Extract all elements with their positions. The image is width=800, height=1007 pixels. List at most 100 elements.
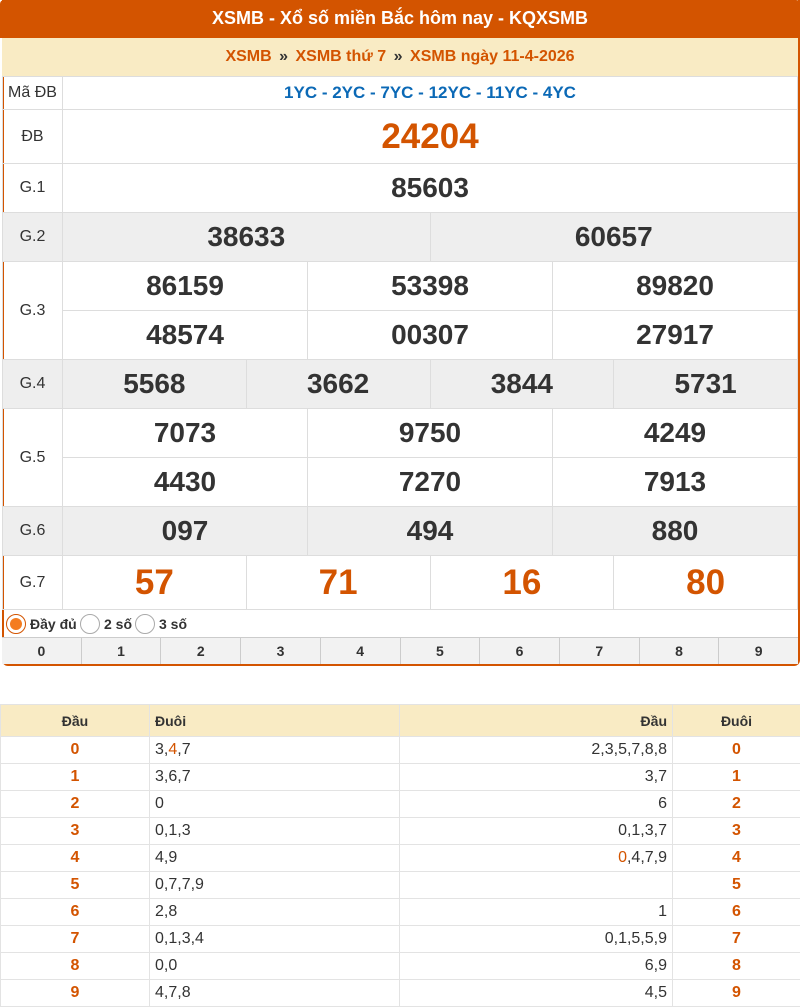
table-row: 3 0,1,3 0,1,3,7 3 (1, 818, 800, 845)
page-title: XSMB - Xổ số miền Bắc hôm nay - KQXSMB (0, 0, 800, 38)
g2-number: 60657 (430, 213, 798, 262)
digit-filter-2[interactable]: 2 (161, 638, 241, 664)
duoi-text: 4,9 (155, 849, 177, 866)
dau-cell: 4 (1, 845, 150, 872)
option-3-digits[interactable]: 3 số (135, 614, 187, 634)
duoi-cell: 3,4,7 (150, 737, 400, 764)
digit-filter-3[interactable]: 3 (241, 638, 321, 664)
ma-db-value: 1YC - 2YC - 7YC - 12YC - 11YC - 4YC (63, 77, 798, 110)
duoi-cell: 9 (673, 980, 800, 1007)
duoi-cell: 0,0 (150, 953, 400, 980)
dau-text: 3,7 (645, 768, 667, 785)
breadcrumb-xsmb-thu-7[interactable]: XSMB thứ 7 (296, 48, 387, 65)
g5-number: 7270 (308, 458, 553, 507)
duoi-text: ,7 (177, 741, 190, 758)
display-options: Đầy đủ 2 số 3 số (2, 610, 798, 638)
duoi-text: 0,1,3,4 (155, 930, 204, 947)
g7-number: 71 (246, 556, 430, 610)
loto-header-dau: Đầu (400, 705, 673, 737)
digit-filter-0[interactable]: 0 (2, 638, 82, 664)
duoi-text: 3,6,7 (155, 768, 191, 785)
duoi-cell: 8 (673, 953, 800, 980)
radio-icon[interactable] (80, 614, 100, 634)
g7-number: 80 (614, 556, 798, 610)
g3-number: 00307 (308, 311, 553, 360)
breadcrumb-xsmb-date[interactable]: XSMB ngày 11-4-2026 (410, 48, 575, 65)
dau-text: ,4,7,9 (627, 849, 667, 866)
digit-filter-1[interactable]: 1 (82, 638, 162, 664)
dau-cell: 5 (1, 872, 150, 899)
option-full[interactable]: Đầy đủ (6, 614, 77, 634)
loto-header-duoi: Đuôi (673, 705, 800, 737)
duoi-cell: 2 (673, 791, 800, 818)
digit-filter-4[interactable]: 4 (321, 638, 401, 664)
radio-icon[interactable] (6, 614, 26, 634)
digit-filter-7[interactable]: 7 (560, 638, 640, 664)
duoi-cell: 4,9 (150, 845, 400, 872)
duoi-cell: 1 (673, 764, 800, 791)
loto-table: Đầu Đuôi Đầu Đuôi 03,4,72,3,5,7,8,8013,6… (0, 704, 800, 1007)
dau-cell: 0,4,7,9 (400, 845, 673, 872)
g4-number: 5568 (63, 360, 247, 409)
dau-cell: 8 (1, 953, 150, 980)
dau-cell: 9 (1, 980, 150, 1007)
g6-number: 880 (553, 507, 798, 556)
breadcrumb: XSMB » XSMB thứ 7 » XSMB ngày 11-4-2026 (2, 38, 798, 76)
digit-filter-6[interactable]: 6 (480, 638, 560, 664)
digit-filter-9[interactable]: 9 (719, 638, 798, 664)
dau-text: 0,1,3,7 (618, 822, 667, 839)
dau-cell: 2 (1, 791, 150, 818)
duoi-text: 4,7,8 (155, 984, 191, 1001)
g4-number: 5731 (614, 360, 798, 409)
duoi-cell: 0 (673, 737, 800, 764)
table-row: 62,816 (1, 899, 800, 926)
dau-cell: 6,9 (400, 953, 673, 980)
duoi-cell: 0,1,3,4 (150, 926, 400, 953)
g5-number: 7073 (63, 409, 308, 458)
duoi-cell: 5 (673, 872, 800, 899)
option-2-digits[interactable]: 2 số (80, 614, 132, 634)
table-row: 94,7,84,59 (1, 980, 800, 1007)
loto-header-duoi: Đuôi (150, 705, 400, 737)
db-label: ĐB (3, 110, 63, 164)
results-table: Mã ĐB 1YC - 2YC - 7YC - 12YC - 11YC - 4Y… (2, 76, 798, 610)
dau-text: 0,1,5,5,9 (605, 930, 667, 947)
duoi-cell: 3 (673, 818, 800, 845)
g6-label: G.6 (3, 507, 63, 556)
duoi-text: 0,1,3 (155, 822, 191, 839)
breadcrumb-separator: » (279, 48, 288, 65)
duoi-cell: 3,6,7 (150, 764, 400, 791)
dau-text: 6 (658, 795, 667, 812)
radio-icon[interactable] (135, 614, 155, 634)
duoi-cell: 0,1,3 (150, 818, 400, 845)
g7-label: G.7 (3, 556, 63, 610)
duoi-cell: 4,7,8 (150, 980, 400, 1007)
breadcrumb-xsmb[interactable]: XSMB (225, 48, 271, 65)
digit-filter-bar: 0 1 2 3 4 5 6 7 8 9 (2, 637, 798, 664)
g5-number: 4430 (63, 458, 308, 507)
dau-cell: 2,3,5,7,8,8 (400, 737, 673, 764)
duoi-text: 0 (155, 795, 164, 812)
digit-filter-5[interactable]: 5 (401, 638, 481, 664)
table-row: 13,6,73,71 (1, 764, 800, 791)
g4-number: 3844 (430, 360, 614, 409)
dau-cell: 3 (1, 818, 150, 845)
duoi-cell: 6 (673, 899, 800, 926)
table-row: 5 0,7,7,9 5 (1, 872, 800, 899)
g1-label: G.1 (3, 164, 63, 213)
loto-header-dau: Đầu (1, 705, 150, 737)
dau-cell: 0,1,3,7 (400, 818, 673, 845)
g3-number: 86159 (63, 262, 308, 311)
duoi-cell: 0 (150, 791, 400, 818)
dau-cell (400, 872, 673, 899)
g1-number: 85603 (63, 164, 798, 213)
g6-number: 097 (63, 507, 308, 556)
digit-filter-8[interactable]: 8 (640, 638, 720, 664)
ma-db-label: Mã ĐB (3, 77, 63, 110)
dau-cell: 4,5 (400, 980, 673, 1007)
dau-cell: 6 (1, 899, 150, 926)
g3-label: G.3 (3, 262, 63, 360)
g5-number: 4249 (553, 409, 798, 458)
g4-number: 3662 (246, 360, 430, 409)
duoi-text: 0,7,7,9 (155, 876, 204, 893)
